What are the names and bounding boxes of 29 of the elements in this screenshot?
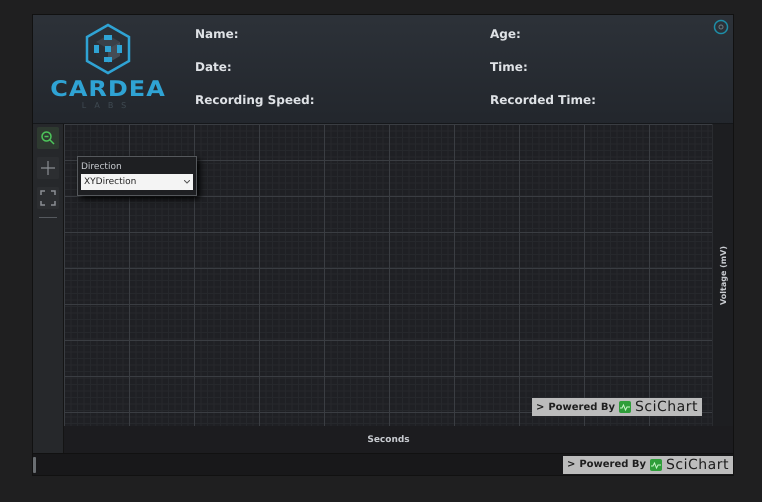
direction-select[interactable]: XYDirection bbox=[81, 174, 193, 190]
x-axis-title: Seconds bbox=[367, 434, 410, 444]
cube-logo-icon bbox=[84, 23, 132, 75]
y-axis-title: Voltage (mV) bbox=[718, 246, 728, 304]
wave-icon bbox=[619, 401, 632, 413]
badge-arrow: > bbox=[566, 459, 576, 470]
field-label: Name: bbox=[195, 27, 240, 41]
wave-icon bbox=[650, 458, 662, 470]
field-label: Recorded Time: bbox=[490, 93, 597, 107]
scrollbar-handle[interactable] bbox=[33, 456, 36, 472]
field-label: Time: bbox=[490, 60, 529, 74]
crosshair-icon bbox=[40, 160, 56, 176]
badge-text: Powered By bbox=[579, 459, 646, 470]
brand-name: SciChart bbox=[635, 400, 698, 414]
expand-icon bbox=[40, 190, 56, 206]
settings-icon[interactable] bbox=[713, 19, 729, 35]
field-label: Recording Speed: bbox=[195, 93, 316, 107]
badge-text: Powered By bbox=[548, 402, 616, 412]
zoom-button[interactable] bbox=[37, 127, 59, 149]
field-label: Age: bbox=[490, 27, 522, 41]
caret-icon bbox=[184, 180, 190, 184]
field-label: Date: bbox=[195, 60, 233, 74]
direction-label: Direction bbox=[81, 162, 123, 172]
badge-arrow: > bbox=[536, 402, 544, 412]
search-icon bbox=[40, 130, 56, 146]
zoom-extents-button[interactable] bbox=[37, 187, 59, 209]
brand-name: SciChart bbox=[666, 458, 729, 472]
logo-wordmark: CARDEA bbox=[50, 78, 166, 100]
pan-button[interactable] bbox=[37, 157, 59, 179]
